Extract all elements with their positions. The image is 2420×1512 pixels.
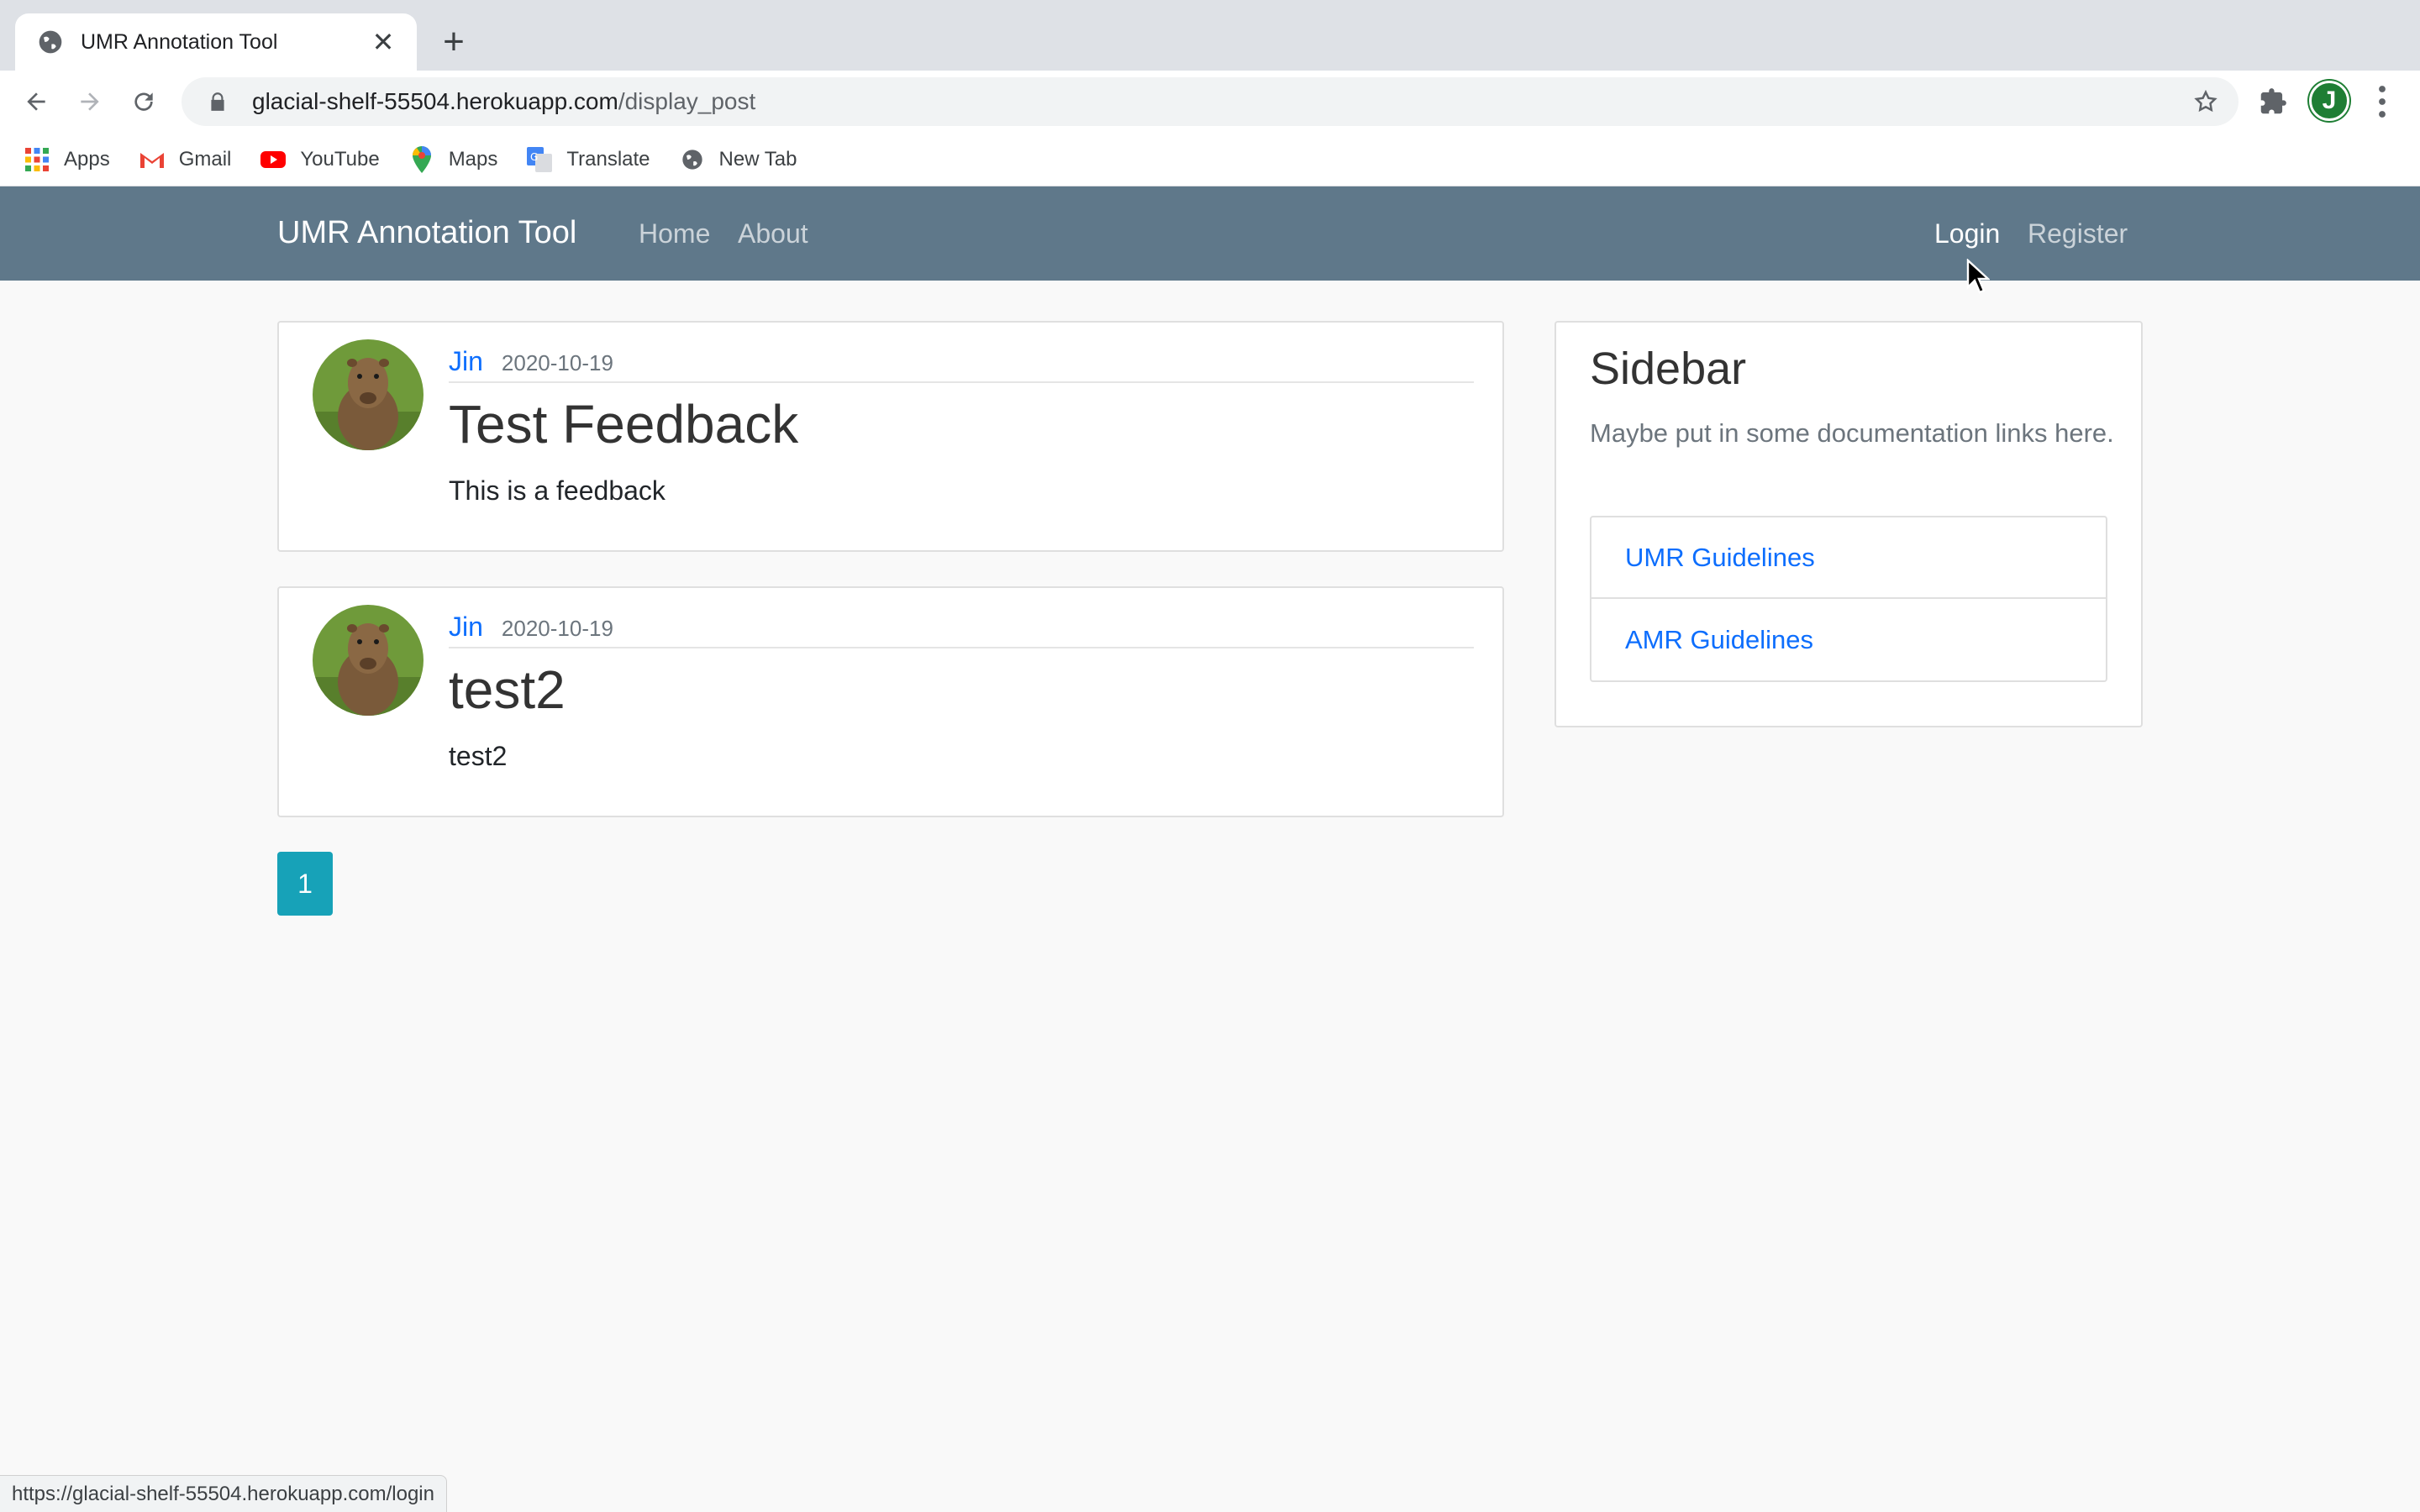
apps-grid-icon [24,146,50,173]
nav-about[interactable]: About [738,218,808,249]
pagination-page-1[interactable]: 1 [277,852,333,916]
author-avatar [313,339,424,450]
new-tab-button[interactable]: + [437,18,471,66]
translate-icon: G [526,146,553,173]
browser-tab-strip: UMR Annotation Tool ✕ + [0,0,2420,71]
bookmark-gmail[interactable]: Gmail [139,146,232,173]
browser-tab[interactable]: UMR Annotation Tool ✕ [15,13,417,71]
tab-title: UMR Annotation Tool [81,29,278,54]
post-author-link[interactable]: Jin [449,346,483,377]
bookmark-new-tab[interactable]: New Tab [679,146,797,173]
gmail-icon [139,146,166,173]
bookmark-translate[interactable]: G Translate [526,146,650,173]
lock-icon [211,92,224,111]
post-card: Jin 2020-10-19 test2 test2 [277,586,1504,817]
url-path: /display_post [618,88,756,114]
forward-arrow-icon [81,92,99,111]
nav-home[interactable]: Home [639,218,710,249]
sidebar-title: Sidebar [1590,344,1747,394]
post-date: 2020-10-19 [501,350,613,375]
post-title[interactable]: Test Feedback [449,393,798,455]
site-brand[interactable]: UMR Annotation Tool [277,215,576,251]
post-card: Jin 2020-10-19 Test Feedback This is a f… [277,321,1504,552]
site-navbar: UMR Annotation Tool Home About Login Reg… [0,186,2420,281]
address-bar[interactable]: glacial-shelf-55504.herokuapp.com/displa… [182,77,2238,126]
bookmark-label: Gmail [178,147,232,171]
globe-icon [39,30,62,54]
more-menu-icon[interactable] [2370,84,2395,119]
bookmark-star-icon[interactable] [2193,89,2218,114]
post-meta: Jin 2020-10-19 [449,612,1474,648]
url-host: glacial-shelf-55504.herokuapp.com [252,88,618,114]
link-status-bar: https://glacial-shelf-55504.herokuapp.co… [0,1475,447,1512]
post-body: test2 [449,741,508,771]
author-avatar [313,605,424,716]
bookmark-maps[interactable]: Maps [408,145,498,173]
browser-toolbar: glacial-shelf-55504.herokuapp.com/displa… [0,71,2420,133]
back-button[interactable] [17,82,55,121]
post-title[interactable]: test2 [449,659,566,721]
bookmark-label: Apps [64,147,110,171]
amr-guidelines-link[interactable]: AMR Guidelines [1591,599,2106,680]
close-tab-icon[interactable]: ✕ [370,26,397,58]
youtube-icon [260,146,287,173]
post-author-link[interactable]: Jin [449,612,483,643]
nav-login[interactable]: Login [1934,218,2000,249]
sidebar-card: Sidebar Maybe put in some documentation … [1555,321,2143,727]
reload-icon [134,92,153,111]
bookmark-youtube[interactable]: YouTube [260,146,380,173]
post-body: This is a feedback [449,475,666,506]
bookmark-label: Translate [566,147,650,171]
sidebar-link-list: UMR Guidelines AMR Guidelines [1590,516,2107,682]
profile-avatar[interactable]: J [2309,81,2349,121]
maps-pin-icon [408,145,435,173]
bookmark-apps[interactable]: Apps [24,146,110,173]
bookmarks-bar: Apps Gmail YouTube Maps G Translate New … [0,133,2420,186]
bookmark-label: New Tab [718,147,797,171]
bookmark-label: YouTube [300,147,380,171]
back-arrow-icon [27,92,45,111]
bookmark-label: Maps [448,147,498,171]
forward-button[interactable] [71,82,109,121]
mouse-cursor-icon [1966,259,1990,294]
globe-icon [679,146,706,173]
sidebar-description: Maybe put in some documentation links he… [1590,418,2114,448]
extensions-puzzle-icon[interactable] [2257,86,2289,118]
svg-text:G: G [530,151,538,163]
nav-register[interactable]: Register [2028,218,2128,249]
post-date: 2020-10-19 [501,616,613,641]
post-meta: Jin 2020-10-19 [449,346,1474,383]
reload-button[interactable] [124,82,163,121]
umr-guidelines-link[interactable]: UMR Guidelines [1591,517,2106,599]
